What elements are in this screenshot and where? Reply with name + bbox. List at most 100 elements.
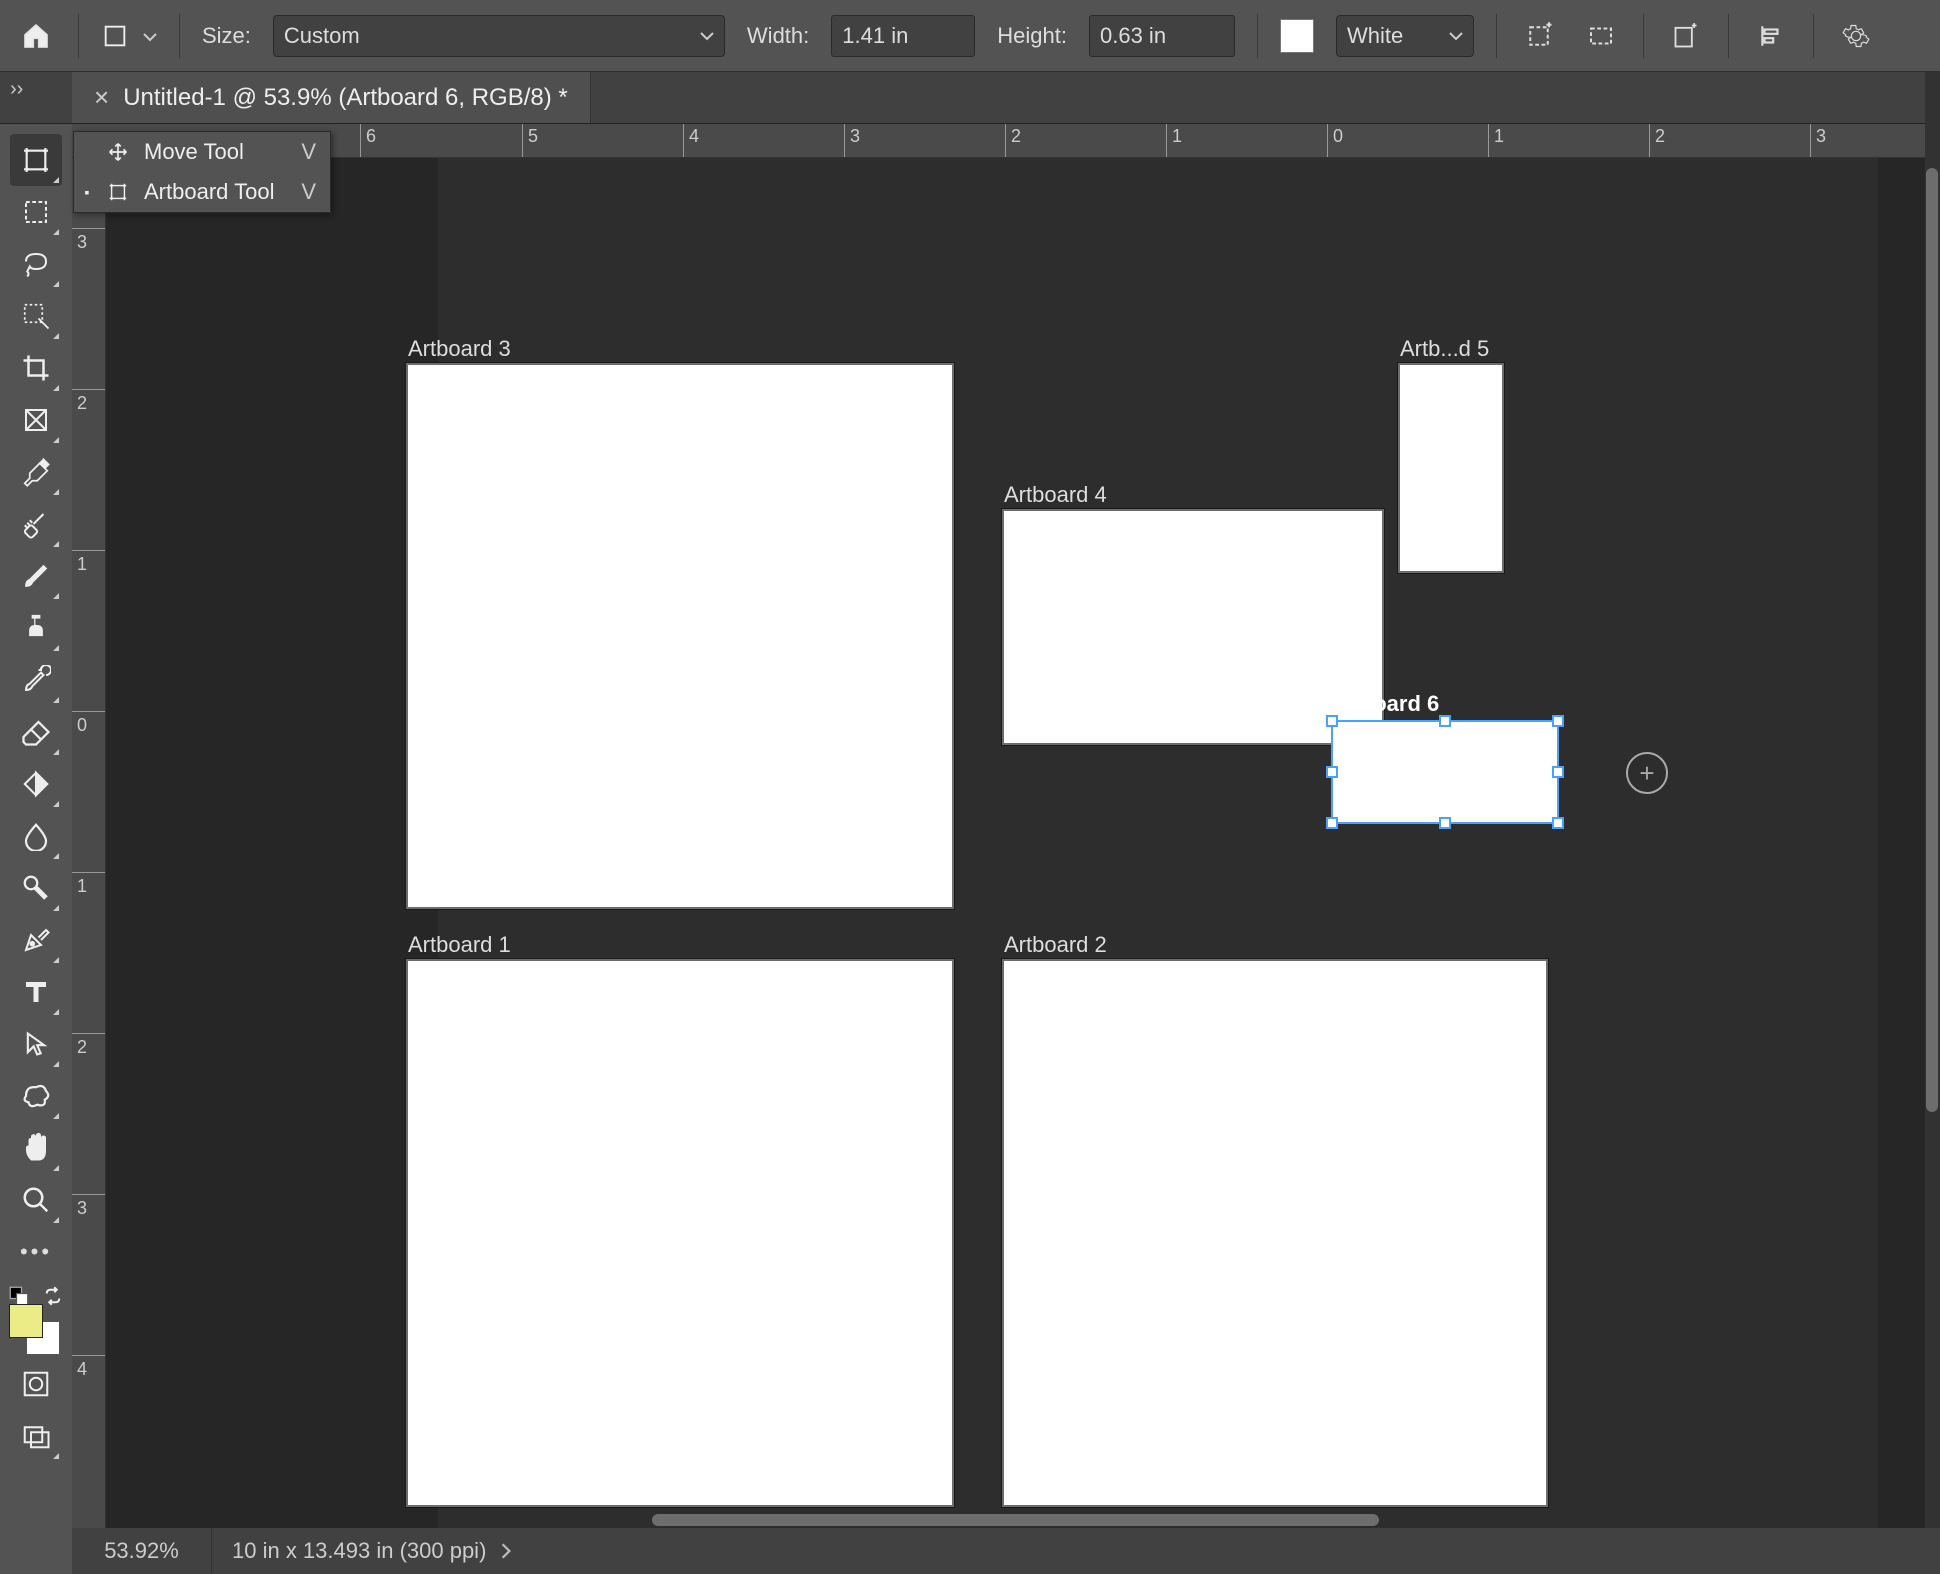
size-value: Custom <box>284 23 360 49</box>
screen-mode-icon[interactable] <box>10 1410 62 1462</box>
more-tools[interactable]: ••• <box>10 1226 62 1278</box>
chevron-down-icon <box>143 24 157 48</box>
artboard-label[interactable]: Artboard 4 <box>1004 482 1107 508</box>
resize-handle[interactable] <box>1326 766 1338 778</box>
pen-tool[interactable] <box>10 914 62 966</box>
artboard-5[interactable] <box>1398 363 1504 573</box>
move-icon <box>104 141 132 163</box>
chevron-down-icon <box>700 31 714 41</box>
divider <box>78 14 79 58</box>
chevron-right-icon <box>500 1542 512 1560</box>
type-tool[interactable] <box>10 966 62 1018</box>
home-icon[interactable] <box>16 16 56 56</box>
divider <box>1728 14 1729 58</box>
dodge-tool[interactable] <box>10 862 62 914</box>
frame-tool[interactable] <box>10 394 62 446</box>
status-bar: 53.92% 10 in x 13.493 in (300 ppi) <box>72 1528 1940 1574</box>
zoom-level[interactable]: 53.92% <box>72 1528 212 1574</box>
artboard-select-icon[interactable] <box>1581 16 1621 56</box>
resize-handle[interactable] <box>1552 715 1564 727</box>
artboard-label-selected[interactable]: Artboard 6 <box>1328 691 1439 717</box>
artboard-label[interactable]: Artboard 1 <box>408 932 511 958</box>
add-artboard-button[interactable]: + <box>1626 752 1668 794</box>
artboard-tool[interactable] <box>10 134 62 186</box>
resize-handle[interactable] <box>1552 817 1564 829</box>
divider <box>1813 14 1814 58</box>
path-select-tool[interactable] <box>10 1018 62 1070</box>
divider <box>179 14 180 58</box>
history-brush-tool[interactable] <box>10 654 62 706</box>
fill-value: White <box>1347 23 1403 49</box>
shape-tool[interactable] <box>10 1070 62 1122</box>
height-input[interactable]: 0.63 in <box>1089 15 1235 57</box>
lasso-tool[interactable] <box>10 238 62 290</box>
vertical-scrollbar[interactable] <box>1926 168 1938 1112</box>
artboard-icon <box>104 181 132 203</box>
artboard-3[interactable] <box>406 363 954 909</box>
tool-flyout-menu: Move Tool V ▪ Artboard Tool V <box>73 131 331 213</box>
toolbox: ••• <box>0 124 72 1574</box>
height-label: Height: <box>997 23 1067 49</box>
eraser-tool[interactable] <box>10 706 62 758</box>
artboard-label[interactable]: Artb...d 5 <box>1400 336 1489 362</box>
tab-bar: ›› × Untitled-1 @ 53.9% (Artboard 6, RGB… <box>0 72 1940 124</box>
swap-colors-icon[interactable] <box>43 1286 63 1312</box>
chevron-down-icon <box>1449 31 1463 41</box>
ruler-vertical[interactable]: 32101234 <box>72 158 106 1528</box>
gradient-tool[interactable] <box>10 758 62 810</box>
divider <box>1496 14 1497 58</box>
size-select[interactable]: Custom <box>273 15 725 57</box>
artboard-4[interactable] <box>1002 509 1384 745</box>
tool-preset-picker[interactable] <box>101 22 157 50</box>
flyout-move-tool[interactable]: Move Tool V <box>74 132 330 172</box>
foreground-color[interactable] <box>9 1304 43 1338</box>
marquee-tool[interactable] <box>10 186 62 238</box>
eyedropper-tool[interactable] <box>10 446 62 498</box>
expand-panels-icon[interactable]: ›› <box>0 72 72 123</box>
healing-brush-tool[interactable] <box>10 498 62 550</box>
size-label: Size: <box>202 23 251 49</box>
flyout-shortcut: V <box>301 139 316 165</box>
artboard-2[interactable] <box>1002 959 1548 1507</box>
fill-select[interactable]: White <box>1336 15 1474 57</box>
crop-tool[interactable] <box>10 342 62 394</box>
settings-icon[interactable] <box>1836 16 1876 56</box>
artboard-new-icon[interactable] <box>1666 16 1706 56</box>
resize-handle[interactable] <box>1326 817 1338 829</box>
clone-stamp-tool[interactable] <box>10 602 62 654</box>
ruler-horizontal[interactable]: 6543210123 <box>100 124 1925 158</box>
divider <box>1257 14 1258 58</box>
magic-select-tool[interactable] <box>10 290 62 342</box>
flyout-label: Artboard Tool <box>144 179 274 205</box>
flyout-label: Move Tool <box>144 139 244 165</box>
tab-title: Untitled-1 @ 53.9% (Artboard 6, RGB/8) * <box>123 84 568 112</box>
artboard-label[interactable]: Artboard 3 <box>408 336 511 362</box>
artboard-add-icon[interactable] <box>1519 16 1559 56</box>
flyout-shortcut: V <box>301 179 316 205</box>
quick-mask-icon[interactable] <box>10 1358 62 1410</box>
flyout-artboard-tool[interactable]: ▪ Artboard Tool V <box>74 172 330 212</box>
align-icon[interactable] <box>1751 16 1791 56</box>
fill-swatch[interactable] <box>1280 19 1314 53</box>
artboard-1[interactable] <box>406 959 954 1507</box>
width-input[interactable]: 1.41 in <box>831 15 975 57</box>
resize-handle[interactable] <box>1552 766 1564 778</box>
brush-tool[interactable] <box>10 550 62 602</box>
close-icon[interactable]: × <box>94 82 109 113</box>
horizontal-scrollbar[interactable] <box>652 1514 1380 1526</box>
zoom-tool[interactable] <box>10 1174 62 1226</box>
document-tab[interactable]: × Untitled-1 @ 53.9% (Artboard 6, RGB/8)… <box>72 72 591 123</box>
resize-handle[interactable] <box>1326 715 1338 727</box>
resize-handle[interactable] <box>1439 817 1451 829</box>
divider <box>1643 14 1644 58</box>
resize-handle[interactable] <box>1439 715 1451 727</box>
width-label: Width: <box>747 23 809 49</box>
artboard-6-selected[interactable] <box>1331 720 1559 824</box>
document-info[interactable]: 10 in x 13.493 in (300 ppi) <box>212 1538 532 1564</box>
color-controls <box>6 1286 66 1350</box>
artboard-label[interactable]: Artboard 2 <box>1004 932 1107 958</box>
canvas[interactable]: Artboard 3 Artboard 4 Artb...d 5 Artboar… <box>106 158 1925 1528</box>
options-bar: Size: Custom Width: 1.41 in Height: 0.63… <box>0 0 1940 72</box>
blur-tool[interactable] <box>10 810 62 862</box>
hand-tool[interactable] <box>10 1122 62 1174</box>
